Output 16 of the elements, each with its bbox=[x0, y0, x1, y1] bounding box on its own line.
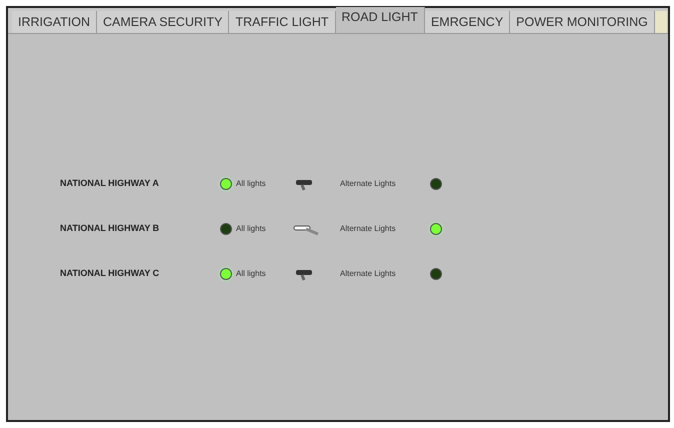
highway-label: NATIONAL HIGHWAY B bbox=[60, 222, 160, 236]
highway-label: NATIONAL HIGHWAY C bbox=[60, 267, 160, 280]
tab[interactable]: POWER MONITORING bbox=[510, 11, 655, 33]
all-lights-label: All lights bbox=[236, 223, 267, 235]
alternate-lights-label: Alternate Lights bbox=[340, 223, 397, 235]
highway-label: NATIONAL HIGHWAY A bbox=[60, 177, 160, 190]
tab[interactable]: ROAD LIGHT bbox=[336, 7, 425, 33]
tab[interactable]: CAMERA SECURITY bbox=[97, 11, 230, 33]
tab[interactable]: IRRIGATION bbox=[12, 11, 97, 33]
all-lights-label: All lights bbox=[236, 178, 267, 190]
alternate-lights-label: Alternate Lights bbox=[340, 178, 397, 190]
all-lights-label: All lights bbox=[236, 268, 267, 280]
tab-scroll-handle[interactable] bbox=[654, 11, 667, 33]
tab[interactable]: EMRGENCY bbox=[424, 11, 510, 33]
alternate-lights-label: Alternate Lights bbox=[340, 268, 397, 280]
tab[interactable]: TRAFFIC LIGHT bbox=[229, 11, 336, 33]
